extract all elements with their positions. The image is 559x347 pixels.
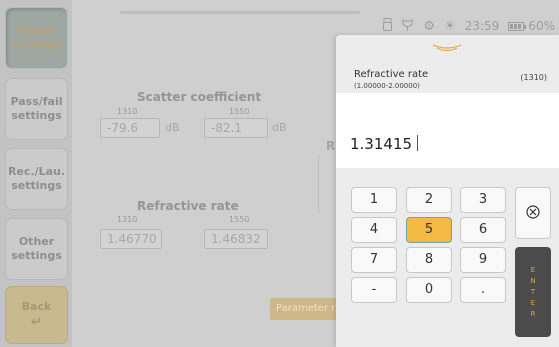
sidebar: Param settings Pass/fail settings Rec./L… (0, 0, 72, 347)
entry-value: 1.31415 (350, 135, 419, 153)
key-8[interactable]: 8 (406, 247, 452, 273)
clock: 23:59 (464, 19, 500, 33)
status-bar: ⚙ ☀ 23:59 60% (383, 17, 559, 35)
gear-icon: ⚙ (423, 18, 436, 34)
scatter-1550-field[interactable]: -82.1 (204, 118, 268, 138)
plug-icon (401, 18, 414, 34)
key-7[interactable]: 7 (351, 247, 397, 273)
sidebar-item-other-settings[interactable]: Other settings (5, 218, 68, 280)
scatter-coefficient-title: Scatter coefficient (137, 90, 262, 104)
entry-field[interactable] (336, 93, 559, 168)
return-arrow-icon: ↵ (31, 315, 42, 330)
key-1[interactable]: 1 (351, 187, 397, 213)
sidebar-item-label: Rec./Lau. settings (7, 165, 66, 192)
clear-button[interactable] (515, 187, 551, 239)
back-button[interactable]: Back ↵ (5, 286, 68, 344)
sidebar-item-label: Other settings (11, 235, 62, 262)
usb-icon (383, 18, 393, 34)
enter-button[interactable]: ENTER (515, 247, 551, 337)
title-bar-line (120, 11, 360, 14)
refractive-wavelength-1310: 1310 (117, 215, 138, 224)
enter-label: ENTER (530, 265, 536, 318)
scatter-1310-field[interactable]: -79.6 (100, 118, 160, 138)
field-title: Refractive rate (354, 69, 429, 80)
key-5[interactable]: 5 (406, 217, 452, 243)
sidebar-item-rec-lau-settings[interactable]: Rec./Lau. settings (5, 148, 68, 210)
sidebar-item-label: Pass/fail settings (10, 95, 63, 122)
sidebar-item-label: Param settings (11, 24, 62, 51)
key-3[interactable]: 3 (460, 187, 506, 213)
key-4[interactable]: 4 (351, 217, 397, 243)
key-2[interactable]: 2 (406, 187, 452, 213)
keypad-panel: Refractive rate (1.00000-2.00000) (1310)… (336, 35, 559, 347)
text-caret (417, 135, 419, 151)
field-range: (1.00000-2.00000) (354, 82, 420, 90)
battery-icon (508, 21, 527, 31)
scatter-wavelength-1310: 1310 (117, 107, 138, 116)
back-label: Back (21, 300, 52, 313)
scatter-1310-unit: dB (165, 121, 180, 134)
field-wavelength: (1310) (520, 73, 547, 82)
key-6[interactable]: 6 (460, 217, 506, 243)
scatter-1550-unit: dB (272, 121, 287, 134)
key-minus[interactable]: - (351, 277, 397, 303)
refractive-rate-title: Refractive rate (137, 199, 239, 213)
scatter-wavelength-1550: 1550 (229, 107, 250, 116)
battery-percent: 60% (528, 19, 555, 33)
clear-x-icon (526, 204, 540, 223)
key-0[interactable]: 0 (406, 277, 452, 303)
sun-icon: ☀ (444, 18, 456, 34)
sidebar-item-param-settings[interactable]: Param settings (5, 7, 68, 69)
refractive-1550-field[interactable]: 1.46832 (204, 229, 268, 249)
collapse-chevron-icon[interactable] (431, 43, 463, 53)
sidebar-item-pass-fail-settings[interactable]: Pass/fail settings (5, 78, 68, 140)
refractive-1310-field[interactable]: 1.46770 (100, 229, 162, 249)
key-decimal[interactable]: . (460, 277, 506, 303)
divider (318, 155, 319, 213)
refractive-wavelength-1550: 1550 (229, 215, 250, 224)
key-9[interactable]: 9 (460, 247, 506, 273)
obscured-label: R (326, 139, 336, 153)
battery-indicator: 60% (508, 19, 555, 33)
